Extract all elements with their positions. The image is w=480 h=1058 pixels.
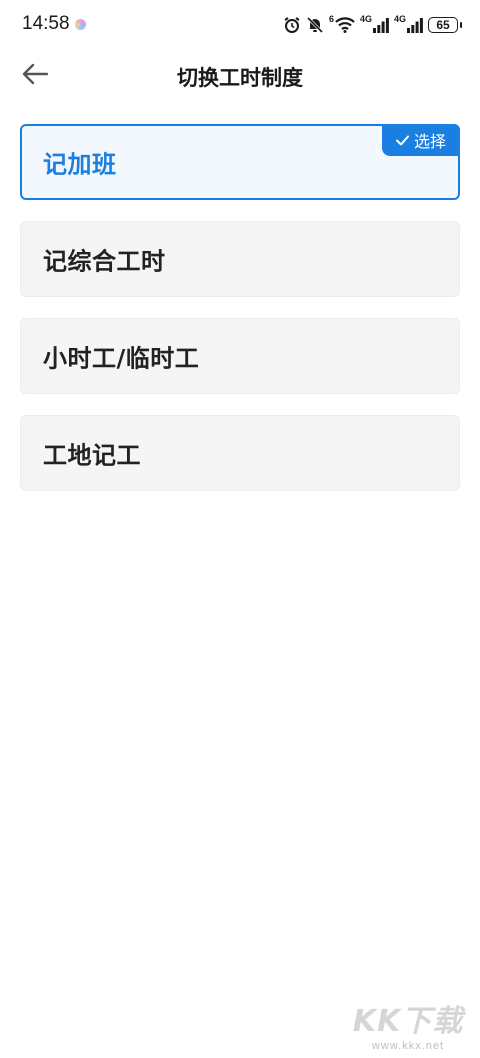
mute-bell-icon bbox=[306, 16, 324, 34]
network-label-2: 4G bbox=[393, 14, 406, 24]
selected-badge: 选择 bbox=[382, 124, 460, 156]
status-time: 14:58 bbox=[22, 13, 70, 34]
signal-icon bbox=[372, 17, 389, 33]
watermark: KK下载 www.kkx.net bbox=[348, 996, 468, 1052]
option-label: 记综合工时 bbox=[43, 247, 166, 276]
app-notification-icon bbox=[75, 19, 86, 30]
option-label: 记加班 bbox=[43, 150, 117, 179]
status-bar: 14:58 6 4G 4G 65 bbox=[0, 0, 480, 50]
battery-icon: 65 bbox=[428, 17, 462, 33]
alarm-icon bbox=[283, 16, 301, 34]
option-hourly-temporary[interactable]: 小时工/临时工 bbox=[20, 318, 460, 394]
option-label: 工地记工 bbox=[43, 441, 141, 470]
app-header: 切换工时制度 bbox=[0, 50, 480, 102]
work-mode-options: 记加班 选择 记综合工时 小时工/临时工 工地记工 bbox=[20, 124, 460, 512]
option-construction-site[interactable]: 工地记工 bbox=[20, 415, 460, 491]
wifi-icon bbox=[335, 17, 355, 33]
signal-icon bbox=[407, 17, 423, 33]
option-record-overtime[interactable]: 记加班 选择 bbox=[20, 124, 460, 200]
wifi-label: 6 bbox=[328, 14, 334, 24]
page-title: 切换工时制度 bbox=[177, 66, 303, 90]
option-label: 小时工/临时工 bbox=[43, 344, 200, 373]
option-comprehensive-hours[interactable]: 记综合工时 bbox=[20, 221, 460, 297]
watermark-url: www.kkx.net bbox=[371, 1040, 445, 1052]
watermark-logo: KK下载 bbox=[352, 1004, 464, 1039]
status-icons: 6 4G 4G 65 bbox=[283, 13, 462, 37]
check-icon bbox=[395, 131, 409, 150]
network-label-1: 4G bbox=[359, 14, 372, 24]
selected-badge-label: 选择 bbox=[413, 132, 446, 151]
